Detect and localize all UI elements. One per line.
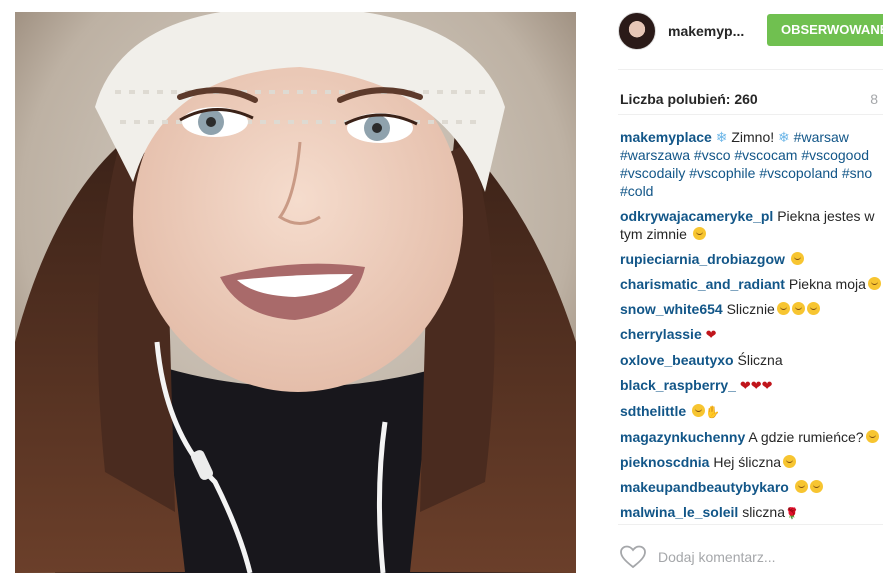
hashtag[interactable]: #vscodaily xyxy=(620,165,685,181)
post-header: makemyp... OBSERWOWANE xyxy=(618,12,883,52)
comment-item: magazynkuchenny A gdzie rumieńce? xyxy=(620,428,883,446)
comments-list: makemyplace ❄ Zimno! ❄ #warsaw #warszawa… xyxy=(620,128,883,520)
comment-item: odkrywajacameryke_pl Piekna jestes w tym … xyxy=(620,207,883,243)
comment-username[interactable]: rupieciarnia_drobiazgow xyxy=(620,251,785,267)
comment-username[interactable]: malwina_le_soleil xyxy=(620,504,738,520)
smile-emoji-icon xyxy=(692,227,706,240)
caption: makemyplace ❄ Zimno! ❄ #warsaw #warszawa… xyxy=(620,128,883,200)
smile-emoji-icon xyxy=(783,455,797,468)
heart-emoji-icon: ❤ xyxy=(705,327,717,342)
hashtag[interactable]: #vsco xyxy=(694,147,731,163)
comment-username[interactable]: black_raspberry_ xyxy=(620,377,736,393)
caption-hashtag-line: #vscodaily #vscophile #vscopoland #sno xyxy=(620,164,883,182)
header-divider xyxy=(618,69,883,70)
likes-row: Liczba polubień: 260 8 xyxy=(620,91,883,107)
comment-username[interactable]: magazynkuchenny xyxy=(620,429,745,445)
comment-text: Piekna moja xyxy=(788,276,866,292)
snowflake-icon: ❄ xyxy=(778,129,790,145)
comment-item: malwina_le_soleil sliczna🌹 xyxy=(620,503,883,520)
heart-emoji-icon: ❤ xyxy=(739,378,751,393)
hashtag[interactable]: #sno xyxy=(842,165,872,181)
comment-item: sdthelittle ✋ xyxy=(620,402,883,421)
hashtag[interactable]: #warsaw xyxy=(794,129,849,145)
comment-text: A gdzie rumieńce? xyxy=(748,429,864,445)
comment-input[interactable]: Dodaj komentarz... xyxy=(658,549,776,565)
comment-bar: Dodaj komentarz... xyxy=(618,532,883,579)
caption-hashtag-line: #warszawa #vsco #vscocam #vscogood xyxy=(620,146,883,164)
comment-username[interactable]: charismatic_and_radiant xyxy=(620,276,785,292)
avatar[interactable] xyxy=(618,12,656,50)
photo-illustration xyxy=(15,12,576,573)
comment-item: rupieciarnia_drobiazgow xyxy=(620,250,883,268)
header-username[interactable]: makemyp... xyxy=(668,23,744,39)
likes-count[interactable]: Liczba polubień: 260 xyxy=(620,91,758,107)
heart-emoji-icon: ❤ xyxy=(761,378,773,393)
comment-item: snow_white654 Slicznie xyxy=(620,300,883,318)
comment-username[interactable]: pieknoscdnia xyxy=(620,454,709,470)
comment-item: oxlove_beautyxo Śliczna xyxy=(620,351,883,369)
comment-text: tym zimnie xyxy=(620,226,687,242)
comment-item: charismatic_and_radiant Piekna moja xyxy=(620,275,883,293)
caption-username[interactable]: makemyplace xyxy=(620,129,712,145)
hashtag[interactable]: #vscophile xyxy=(689,165,755,181)
hashtag[interactable]: #vscogood xyxy=(801,147,869,163)
comment-text: Slicznie xyxy=(726,301,775,317)
heart-emoji-icon: ❤ xyxy=(750,378,762,393)
comment-item: cherrylassie ❤ xyxy=(620,325,883,344)
smile-emoji-icon xyxy=(865,430,879,443)
comment-text: Śliczna xyxy=(737,352,783,368)
smile-emoji-icon xyxy=(806,302,820,315)
comment-item: makeupandbeautybykaro xyxy=(620,478,883,496)
snowflake-icon: ❄ xyxy=(715,129,728,145)
like-heart-icon[interactable] xyxy=(620,545,646,569)
hashtag[interactable]: #vscopoland xyxy=(759,165,838,181)
smile-emoji-icon xyxy=(794,480,808,493)
hashtag[interactable]: #cold xyxy=(620,183,653,199)
comment-item: black_raspberry_ ❤❤❤ xyxy=(620,376,883,395)
comment-username[interactable]: makeupandbeautybykaro xyxy=(620,479,789,495)
comment-username[interactable]: snow_white654 xyxy=(620,301,723,317)
comment-text: Hej ślicznа xyxy=(713,454,782,470)
comment-username[interactable]: sdthelittle xyxy=(620,403,686,419)
smile-emoji-icon xyxy=(867,277,881,290)
comment-username[interactable]: oxlove_beautyxo xyxy=(620,352,734,368)
post-sidebar: makemyp... OBSERWOWANE Liczba polubień: … xyxy=(606,0,883,579)
smile-emoji-icon xyxy=(776,302,790,315)
comment-text: sliczna xyxy=(742,504,785,520)
smile-emoji-icon xyxy=(692,404,706,417)
hashtag[interactable]: #warszawa xyxy=(620,147,690,163)
smile-emoji-icon xyxy=(790,252,804,265)
hand-emoji-icon: ✋ xyxy=(705,405,720,419)
likes-divider xyxy=(618,114,883,115)
smile-emoji-icon xyxy=(809,480,823,493)
comments-divider xyxy=(618,524,883,525)
comment-username[interactable]: odkrywajacameryke_pl xyxy=(620,208,773,224)
caption-text: Zimno! xyxy=(731,129,775,145)
follow-button[interactable]: OBSERWOWANE xyxy=(767,14,883,46)
post-timestamp[interactable]: 8 xyxy=(870,91,878,107)
caption-hashtag-line: #cold xyxy=(620,182,883,200)
smile-emoji-icon xyxy=(791,302,805,315)
post-photo[interactable] xyxy=(15,12,576,573)
comment-item: pieknoscdnia Hej ślicznа xyxy=(620,453,883,471)
comment-text: Piekna jestes w xyxy=(777,208,875,224)
rose-emoji-icon: 🌹 xyxy=(784,508,799,520)
comment-username[interactable]: cherrylassie xyxy=(620,326,702,342)
hashtag[interactable]: #vscocam xyxy=(734,147,797,163)
